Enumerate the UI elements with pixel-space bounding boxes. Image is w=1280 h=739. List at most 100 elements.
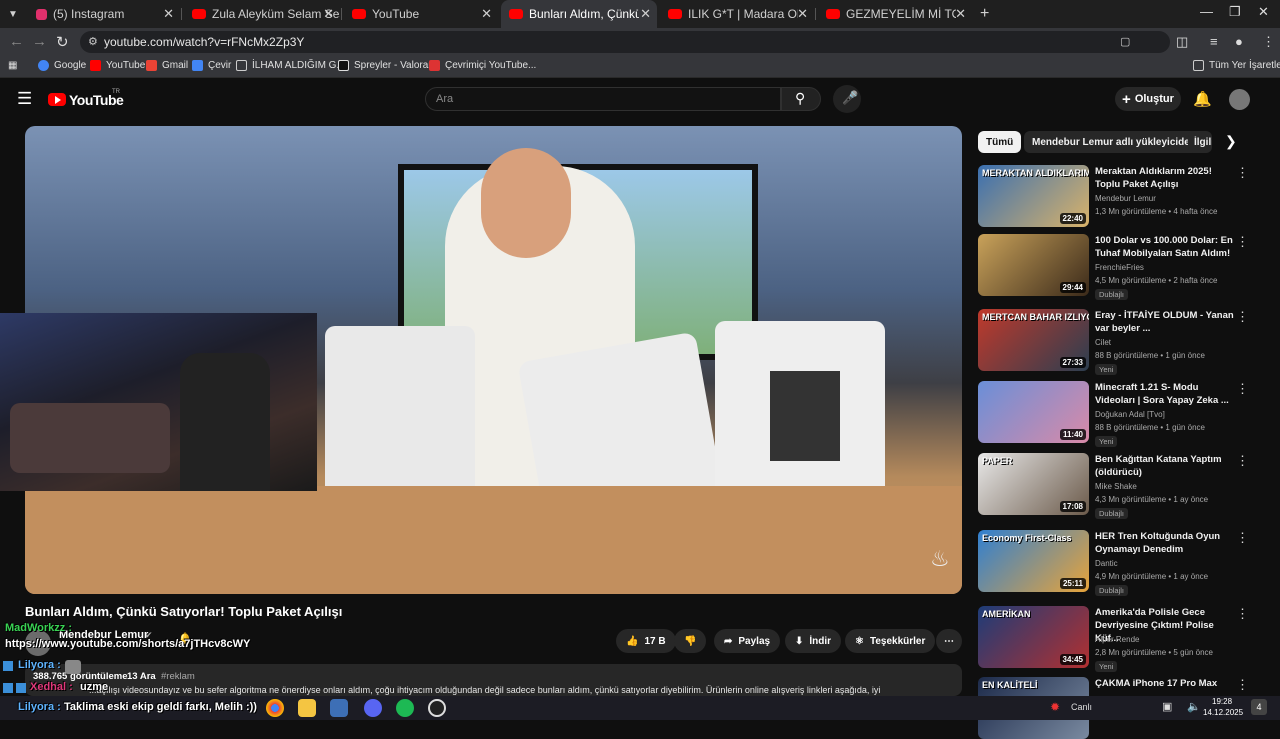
dislike-button[interactable]: 👎 — [674, 629, 707, 653]
recommended-badge: Yeni — [1095, 364, 1118, 375]
recommended-video[interactable]: EN KALİTELİ ÇAKMA iPhone 17 Pro Max ⋮ — [978, 677, 1258, 739]
chip-related[interactable]: İlgili — [1188, 131, 1212, 153]
close-tab-icon[interactable]: ✕ — [955, 6, 966, 22]
thanks-button[interactable]: ⚛ Teşekkürler — [845, 629, 936, 653]
video-thumbnail[interactable]: Economy First-Class 25:11 — [978, 530, 1089, 592]
like-button[interactable]: 👍 17 B — [616, 629, 676, 653]
app-icon[interactable] — [330, 699, 348, 717]
forward-icon[interactable]: → — [32, 33, 47, 50]
tab-youtube[interactable]: YouTube ✕ — [344, 0, 498, 28]
chat-emote-icon — [65, 660, 81, 674]
video-thumbnail[interactable]: AMERİKAN 34:45 — [978, 606, 1089, 668]
new-tab-button[interactable]: + — [976, 0, 998, 28]
more-actions-button[interactable]: ⋯ — [936, 629, 962, 653]
more-dots-icon[interactable]: ⋮ — [1236, 606, 1249, 622]
recommended-video[interactable]: 11:40 Minecraft 1.21 S- Modu Videoları | … — [978, 381, 1258, 447]
clock-date[interactable]: 14.12.2025 — [1203, 708, 1243, 717]
recommended-channel[interactable]: Cilet — [1095, 338, 1111, 347]
video-thumbnail[interactable]: PAPER 17:08 — [978, 453, 1089, 515]
tab-active-video[interactable]: Bunları Aldım, Çünkü Satıyorlar! ✕ — [501, 0, 657, 28]
chrome-icon[interactable] — [266, 699, 284, 717]
recommended-video[interactable]: 29:44 100 Dolar vs 100.000 Dolar: En Tuha… — [978, 234, 1258, 300]
recommended-channel[interactable]: Mendebur Lemur — [1095, 194, 1156, 203]
tab-madara[interactable]: ILIK G*T | Madara Olduk #618 ✕ — [660, 0, 814, 28]
recommended-video[interactable]: MERTCAN BAHAR IZLIYOR 27:33 Eray - İTFAİYE… — [978, 309, 1258, 375]
recommended-channel[interactable]: Mike Shake — [1095, 482, 1137, 491]
more-dots-icon[interactable]: ⋮ — [1236, 530, 1249, 546]
chevron-right-icon[interactable]: ❯ — [1225, 133, 1237, 150]
recommended-channel[interactable]: FrenchieFries — [1095, 263, 1144, 272]
close-tab-icon[interactable]: ✕ — [323, 6, 334, 22]
apps-grid-icon[interactable]: ▦ — [8, 60, 17, 71]
discord-icon[interactable] — [364, 699, 382, 717]
search-input[interactable]: Ara — [425, 87, 781, 111]
menu-dots-icon[interactable]: ⋮ — [1262, 34, 1275, 50]
video-thumbnail[interactable]: 11:40 — [978, 381, 1089, 443]
cast-icon[interactable]: ▢ — [1120, 35, 1130, 48]
recommended-video[interactable]: AMERİKAN 34:45 Amerika'da Polisle Gece Dev… — [978, 606, 1258, 672]
voice-search-button[interactable]: 🎤 — [833, 85, 861, 113]
recommended-video[interactable]: PAPER 17:08 Ben Kağıttan Katana Yaptım (öl… — [978, 453, 1258, 519]
search-button[interactable]: ⚲ — [781, 87, 821, 111]
extensions-icon[interactable]: ◫ — [1176, 34, 1188, 50]
tab-zula[interactable]: Zula Aleyküm Selam Ses Efekti ✕ — [184, 0, 340, 28]
reload-icon[interactable]: ↻ — [56, 33, 69, 51]
share-button[interactable]: ➦ Paylaş — [714, 629, 781, 653]
all-bookmarks[interactable]: Tüm Yer İşaretleri — [1193, 60, 1280, 71]
recommended-channel[interactable]: Dantic — [1095, 559, 1118, 568]
recommended-channel[interactable]: Doğukan Adal [Tvo] — [1095, 410, 1165, 419]
youtube-logo-icon[interactable] — [48, 93, 66, 106]
video-thumbnail[interactable]: MERTCAN BAHAR IZLIYOR 27:33 — [978, 309, 1089, 371]
more-dots-icon[interactable]: ⋮ — [1236, 381, 1249, 397]
bookmark-youtube[interactable]: YouTube — [90, 60, 145, 71]
recommended-video[interactable]: MERAKTAN ALDIKLARIM 22:40 Meraktan Aldıkla… — [978, 165, 1258, 231]
tab-search-button[interactable]: ▼ — [0, 0, 26, 28]
bookmark-google[interactable]: Google — [38, 60, 86, 71]
clock-time[interactable]: 19:28 — [1212, 697, 1232, 706]
hashtag[interactable]: #reklam — [161, 671, 195, 682]
more-dots-icon[interactable]: ⋮ — [1236, 677, 1249, 693]
minimize-icon[interactable]: — — [1200, 4, 1213, 19]
back-icon[interactable]: ← — [9, 33, 24, 50]
more-dots-icon[interactable]: ⋮ — [1236, 234, 1249, 250]
close-tab-icon[interactable]: ✕ — [797, 6, 808, 22]
spotify-icon[interactable] — [396, 699, 414, 717]
bookmark-online-youtube[interactable]: Çevrimiçi YouTube... — [429, 60, 536, 71]
notifications-bell-icon[interactable]: 🔔 — [1193, 90, 1212, 108]
create-button[interactable]: + Oluştur — [1115, 87, 1181, 111]
recommended-video[interactable]: Economy First-Class 25:11 HER Tren Koltuğu… — [978, 530, 1258, 596]
bookmark-gmail[interactable]: Gmail — [146, 60, 188, 71]
download-button[interactable]: ⬇ İndir — [785, 629, 842, 653]
tab-tokyo[interactable]: GEZMEYELİM Mİ TOKYO? - You ✕ — [818, 0, 972, 28]
bookmark-folder[interactable]: İLHAM ALDIĞIM G... — [236, 60, 345, 71]
profile-icon[interactable]: ● — [1235, 34, 1243, 49]
obs-icon[interactable] — [428, 699, 446, 717]
volume-icon[interactable]: 🔈 — [1187, 700, 1201, 713]
bookmark-translate[interactable]: Çevir — [192, 60, 231, 71]
chip-all[interactable]: Tümü — [978, 131, 1022, 153]
more-dots-icon[interactable]: ⋮ — [1236, 165, 1249, 181]
tab-instagram[interactable]: (5) Instagram ✕ — [28, 0, 180, 28]
chip-uploader[interactable]: Mendebur Lemur adlı yükleyiciden — [1024, 131, 1204, 153]
close-tab-icon[interactable]: ✕ — [640, 6, 651, 22]
address-bar[interactable]: ⚙ youtube.com/watch?v=rFNcMx2Zp3Y ▢ — [80, 31, 1170, 53]
video-thumbnail[interactable]: 29:44 — [978, 234, 1089, 296]
bookmark-valorant[interactable]: Spreyler - Valorant — [338, 60, 437, 71]
close-tab-icon[interactable]: ✕ — [481, 6, 492, 22]
notification-icon[interactable]: 4 — [1251, 699, 1267, 715]
media-icon[interactable]: ≡ — [1210, 34, 1218, 49]
site-info-icon[interactable]: ⚙ — [88, 35, 98, 48]
more-dots-icon[interactable]: ⋮ — [1236, 309, 1249, 325]
close-tab-icon[interactable]: ✕ — [163, 6, 174, 22]
network-icon[interactable]: ▣ — [1162, 700, 1172, 713]
hamburger-menu-icon[interactable]: ☰ — [17, 89, 32, 109]
file-explorer-icon[interactable] — [298, 699, 316, 717]
restore-icon[interactable]: ❐ — [1229, 4, 1241, 20]
description-box[interactable]: 388.765 görüntüleme 13 Ara #reklam ...aç… — [25, 664, 962, 696]
video-thumbnail[interactable]: MERAKTAN ALDIKLARIM 22:40 — [978, 165, 1089, 227]
recommended-channel[interactable]: Alper Rende — [1095, 635, 1139, 644]
microphone-icon: 🎤 — [842, 90, 859, 105]
avatar[interactable] — [1229, 89, 1250, 110]
close-window-icon[interactable]: ✕ — [1258, 4, 1269, 20]
more-dots-icon[interactable]: ⋮ — [1236, 453, 1249, 469]
